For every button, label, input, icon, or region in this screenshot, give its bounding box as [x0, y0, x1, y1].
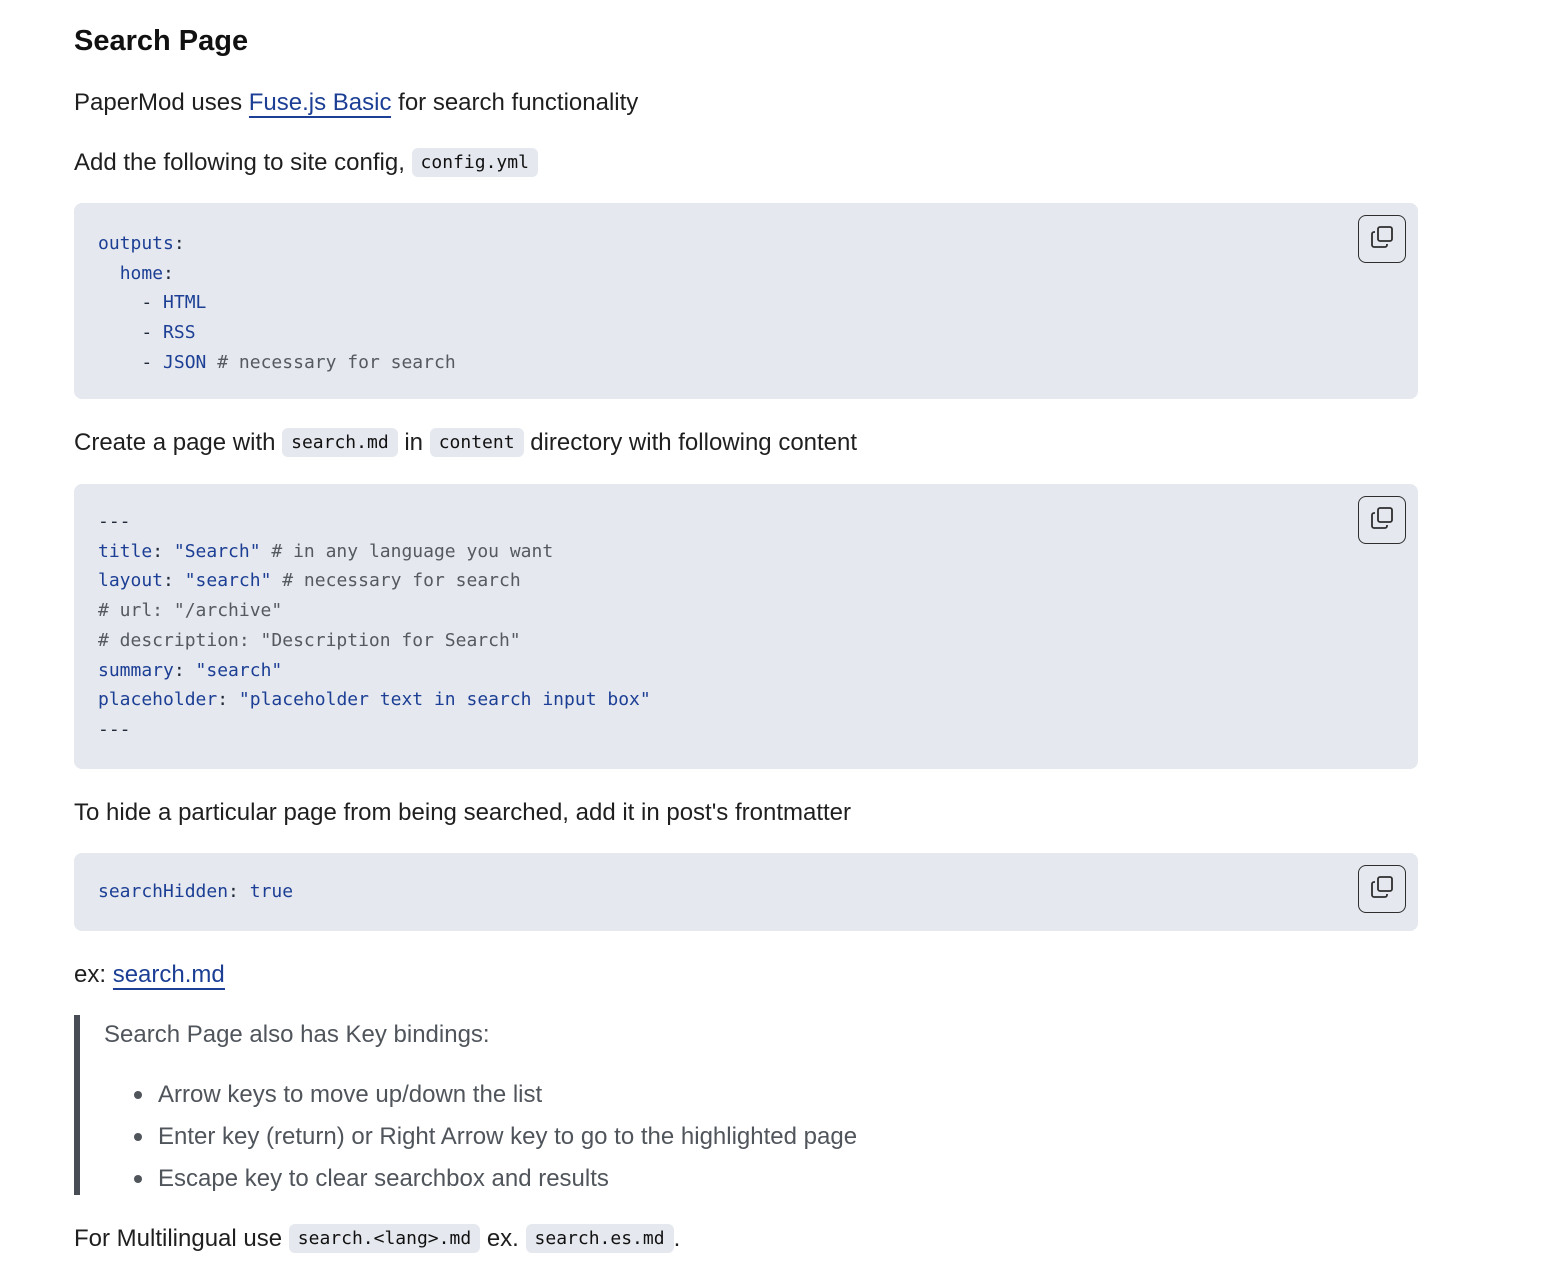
code-comment: # necessary for search [206, 351, 456, 373]
copy-icon [1369, 874, 1395, 905]
code-line: # description: "Description for Search" [98, 630, 521, 651]
code-key: searchHidden [98, 881, 229, 902]
section-heading: Search Page [74, 25, 249, 57]
code-sep: : [173, 659, 196, 681]
multilingual-text: For Multilingual use [74, 1225, 289, 1252]
code-content: outputs: home: - HTML - RSS - JSON # nec… [98, 229, 456, 378]
key-bindings-quote: Search Page also has Key bindings: Arrow… [74, 1015, 1280, 1195]
code-comment: # in any language you want [260, 540, 554, 562]
article: Search Page PaperMod uses Fuse.js Basic … [0, 0, 1564, 1268]
code-content: searchHidden: true [98, 877, 293, 907]
list-item: Arrow keys to move up/down the list [126, 1079, 857, 1121]
code-dash: - [141, 292, 164, 314]
inline-code-search-md: search.md [282, 428, 398, 457]
copy-icon [1369, 224, 1395, 255]
config-text: Add the following to site config, [74, 149, 412, 176]
list-item: Escape key to clear searchbox and result… [126, 1163, 857, 1205]
code-sep: : [163, 570, 185, 592]
fusejs-link[interactable]: Fuse.js Basic [248, 89, 392, 118]
code-value: HTML [163, 292, 207, 314]
code-line: placeholder: "placeholder text in search… [98, 689, 651, 710]
create-text-end: directory with following content [523, 429, 858, 456]
code-line: summary: "search" [98, 660, 282, 681]
code-key: layout [98, 570, 164, 592]
code-value: "Search" [173, 540, 261, 562]
code-key: outputs [98, 233, 174, 254]
code-key: home [119, 262, 164, 284]
inline-code-lang: search.<lang>.md [288, 1224, 481, 1253]
copy-button[interactable] [1358, 496, 1406, 544]
list-item: Enter key (return) or Right Arrow key to… [126, 1121, 857, 1163]
code-content: --- title: "Search" # in any language yo… [98, 507, 651, 745]
code-key: title [98, 540, 153, 562]
code-dash: - [141, 351, 164, 373]
intro-paragraph: PaperMod uses Fuse.js Basic for search f… [74, 87, 638, 119]
code-value: RSS [163, 322, 196, 344]
code-block-hidden: searchHidden: true [74, 853, 1418, 931]
code-line: --- [98, 719, 131, 740]
code-block-config: outputs: home: - HTML - RSS - JSON # nec… [74, 203, 1418, 399]
create-text: Create a page with [74, 429, 283, 456]
code-sep: : [217, 689, 239, 711]
code-value: "search" [195, 659, 283, 681]
multilingual-period: . [673, 1225, 681, 1252]
code-sep: : [163, 262, 174, 284]
multilingual-paragraph: For Multilingual use search.<lang>.md ex… [74, 1223, 680, 1255]
create-paragraph: Create a page with search.md in content … [74, 427, 857, 459]
code-dash: - [141, 322, 164, 344]
code-line: outputs: [98, 233, 185, 254]
code-line: home: [98, 263, 174, 284]
inline-code-content: content [429, 428, 524, 457]
hide-paragraph: To hide a particular page from being sea… [74, 799, 852, 826]
quote-lead: Search Page also has Key bindings: [104, 1021, 490, 1048]
code-line: - RSS [98, 322, 196, 344]
intro-text: PaperMod uses [74, 89, 249, 116]
code-line: - JSON # necessary for search [98, 351, 456, 373]
key-bindings-list: Arrow keys to move up/down the list Ente… [126, 1079, 857, 1205]
inline-code-config: config.yml [411, 148, 538, 177]
code-line: # url: "/archive" [98, 600, 282, 621]
code-value: "search" [184, 570, 272, 592]
code-sep: : [173, 233, 185, 254]
code-line: - HTML [98, 292, 206, 313]
search-md-link[interactable]: search.md [112, 961, 225, 990]
code-comment: # url: "/archive" [98, 600, 283, 622]
code-key: placeholder [98, 689, 218, 711]
code-sep: : [228, 881, 250, 902]
code-text: --- [98, 511, 131, 532]
example-paragraph: ex: search.md [74, 959, 225, 991]
code-value: true [249, 881, 294, 902]
code-sep: : [152, 540, 174, 562]
code-value: JSON [163, 351, 207, 373]
copy-button[interactable] [1358, 865, 1406, 913]
code-comment: # necessary for search [271, 570, 521, 592]
intro-text-end: for search functionality [391, 89, 639, 116]
example-text: ex: [74, 961, 113, 988]
code-comment: # description: "Description for Search" [98, 629, 521, 651]
copy-icon [1369, 505, 1395, 536]
code-key: summary [98, 659, 174, 681]
code-block-search: --- title: "Search" # in any language yo… [74, 484, 1418, 769]
config-paragraph: Add the following to site config, config… [74, 147, 538, 179]
code-value: "placeholder text in search input box" [238, 689, 651, 711]
inline-code-es: search.es.md [525, 1224, 674, 1253]
code-line: searchHidden: true [98, 881, 293, 902]
code-line: --- [98, 511, 131, 532]
create-text-in: in [397, 429, 430, 456]
code-line: title: "Search" # in any language you wa… [98, 541, 553, 562]
code-line: layout: "search" # necessary for search [98, 570, 521, 591]
code-text: --- [98, 718, 131, 740]
multilingual-text-ex: ex. [480, 1225, 526, 1252]
copy-button[interactable] [1358, 215, 1406, 263]
